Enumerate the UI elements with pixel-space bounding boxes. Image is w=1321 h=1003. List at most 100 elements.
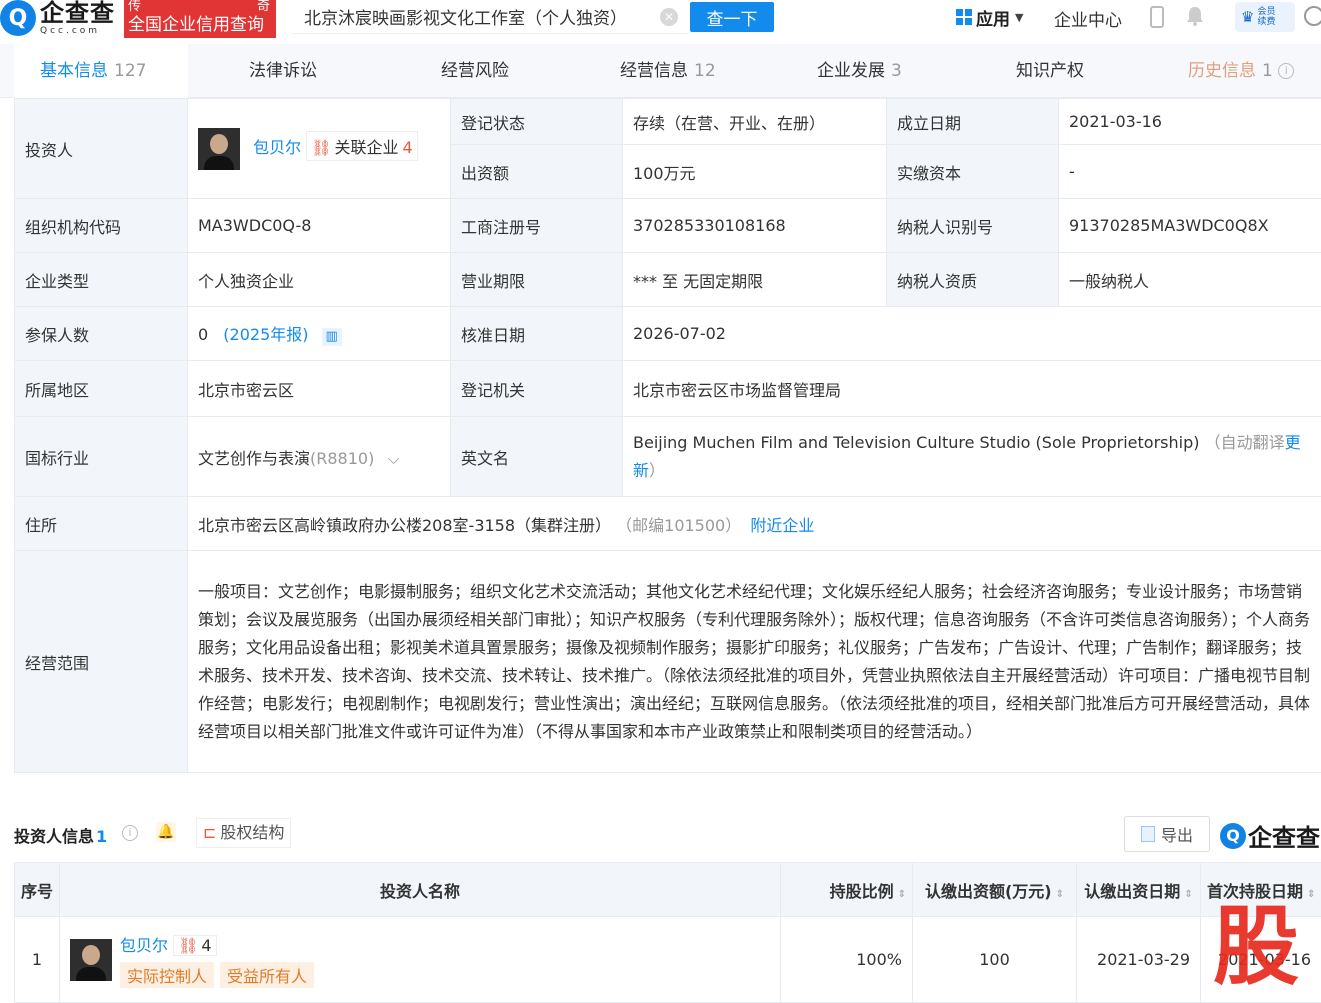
share-value: 100% — [781, 917, 913, 1003]
table-row: 1 包贝尔 ⛓4 实际控制人受益所有人 100% 100 2021-03-29 … — [15, 917, 1321, 1003]
investor-section-title: 投资人信息1 — [14, 823, 107, 847]
industry-label: 国标行业 — [15, 417, 188, 497]
address-cell: 北京市密云区高岭镇政府办公楼208室-3158（集群注册） （邮编101500）… — [188, 497, 1321, 551]
org-code-label: 组织机构代码 — [15, 199, 188, 253]
english-name-value: Beijing Muchen Film and Television Cultu… — [633, 433, 1199, 452]
investor-name-link[interactable]: 包贝尔 — [253, 138, 301, 157]
network-icon: ⛓ — [311, 138, 331, 157]
address-label: 住所 — [15, 497, 188, 551]
investor-label: 投资人 — [15, 99, 188, 199]
industry-cell: 文艺创作与表演(R8810) ⌵ — [188, 417, 451, 497]
crown-icon: ♛ — [1241, 12, 1254, 22]
info-icon[interactable]: i — [122, 825, 138, 841]
col-sub-date[interactable]: 认缴出资日期⇕ — [1077, 863, 1201, 917]
enterprise-center-link[interactable]: 企业中心 — [1054, 6, 1122, 31]
associated-companies-button[interactable]: ⛓关联企业4 — [306, 131, 418, 161]
logo-name: 企查查 — [40, 1, 115, 25]
tab-bar: 基本信息127 法律诉讼 经营风险 经营信息12 企业发展3 知识产权 历史信息… — [0, 44, 1321, 98]
caret-down-icon: ▼ — [1015, 11, 1023, 24]
tab-basic-info[interactable]: 基本信息127 — [14, 44, 188, 98]
insured-cell: 0 (2025年报) ▥ — [188, 307, 451, 361]
capital-label: 出资额 — [451, 145, 623, 199]
tab-history[interactable]: 历史信息1 i — [1188, 44, 1294, 98]
investor-avatar[interactable] — [198, 128, 240, 170]
notification-bell-icon[interactable] — [1186, 6, 1204, 26]
chevron-down-icon[interactable]: ⌵ — [387, 449, 399, 468]
scope-value: 一般项目：文艺创作；电影摄制服务；组织文化艺术交流活动；其他文化艺术经纪代理；文… — [188, 551, 1321, 773]
est-date-value: 2021-03-16 — [1059, 99, 1321, 145]
qcc-logo[interactable]: Q 企查查 Qcc.com — [0, 0, 115, 36]
ent-type-value: 个人独资企业 — [188, 253, 451, 307]
qcc-logo-icon: Q — [0, 0, 36, 36]
insured-value: 0 — [198, 325, 208, 344]
nearby-companies-link[interactable]: 附近企业 — [750, 516, 814, 535]
tab-legal[interactable]: 法律诉讼 — [249, 44, 317, 98]
approve-date-label: 核准日期 — [451, 307, 623, 361]
slogan-text: 全国企业信用查询 — [128, 16, 276, 34]
investor-name-link[interactable]: 包贝尔 — [120, 936, 168, 955]
col-investor-name: 投资人名称 — [60, 863, 781, 917]
biz-term-label: 营业期限 — [451, 253, 623, 307]
trend-chart-icon[interactable]: ▥ — [322, 328, 342, 346]
paid-capital-label: 实缴资本 — [887, 145, 1059, 199]
mobile-app-icon[interactable] — [1150, 6, 1164, 28]
region-value: 北京市密云区 — [188, 361, 451, 417]
qcc-watermark-logo: Q 企查查 — [1220, 818, 1320, 853]
stock-watermark: 股 — [1206, 900, 1306, 995]
annual-report-link[interactable]: (2025年报) — [223, 325, 308, 344]
investor-name-cell: 包贝尔 ⛓4 实际控制人受益所有人 — [60, 917, 781, 1003]
tab-risk[interactable]: 经营风险 — [441, 44, 509, 98]
approve-date-value: 2026-07-02 — [623, 307, 1321, 361]
tax-id-label: 纳税人识别号 — [887, 199, 1059, 253]
region-label: 所属地区 — [15, 361, 188, 417]
reg-status-label: 登记状态 — [451, 99, 623, 145]
col-subscribed[interactable]: 认缴出资额(万元)⇕ — [913, 863, 1077, 917]
export-button[interactable]: 导出 — [1124, 816, 1210, 852]
tab-operation[interactable]: 经营信息12 — [620, 44, 716, 98]
sort-icon: ⇕ — [1184, 889, 1192, 900]
row-index: 1 — [15, 917, 60, 1003]
col-share[interactable]: 持股比例⇕ — [781, 863, 913, 917]
insured-label: 参保人数 — [15, 307, 188, 361]
associated-companies-button[interactable]: ⛓4 — [173, 935, 217, 956]
clear-search-icon[interactable]: ✕ — [660, 8, 678, 26]
qcc-logo-icon: Q — [1220, 823, 1246, 849]
scope-label: 经营范围 — [15, 551, 188, 773]
search-button[interactable]: 查一下 — [690, 2, 774, 32]
biz-reg-no-label: 工商注册号 — [451, 199, 623, 253]
sort-icon: ⇕ — [898, 889, 906, 900]
tab-ip[interactable]: 知识产权 — [1016, 44, 1084, 98]
tab-development[interactable]: 企业发展3 — [817, 44, 902, 98]
monitor-bell-icon[interactable]: 🔔 — [156, 822, 176, 842]
equity-structure-button[interactable]: ⊏股权结构 — [196, 818, 291, 848]
tag-beneficial-owner: 受益所有人 — [220, 962, 314, 988]
investor-avatar[interactable] — [70, 939, 112, 981]
network-icon: ⛓ — [178, 936, 198, 955]
browser-edge-icon[interactable] — [1304, 6, 1321, 26]
basic-info-table: 投资人 包贝尔 ⛓关联企业4 登记状态 存续（在营、开业、在册） 成立日期 20… — [14, 98, 1321, 773]
col-index: 序号 — [15, 863, 60, 917]
postcode: （邮编101500） — [616, 516, 741, 535]
industry-value: 文艺创作与表演 — [198, 449, 310, 468]
est-date-label: 成立日期 — [887, 99, 1059, 145]
app-grid-icon — [956, 9, 972, 25]
org-chart-icon: ⊏ — [203, 823, 216, 842]
english-name-label: 英文名 — [451, 417, 623, 497]
search-input[interactable]: 北京沐宸映画影视文化工作室（个人独资） — [292, 0, 690, 34]
reg-authority-label: 登记机关 — [451, 361, 623, 417]
sort-icon: ⇕ — [1307, 889, 1315, 900]
paid-capital-value: - — [1059, 145, 1321, 199]
reg-authority-value: 北京市密云区市场监督管理局 — [623, 361, 1321, 417]
tax-qual-label: 纳税人资质 — [887, 253, 1059, 307]
ent-type-label: 企业类型 — [15, 253, 188, 307]
address-value: 北京市密云区高岭镇政府办公楼208室-3158（集群注册） — [198, 516, 611, 535]
english-name-cell: Beijing Muchen Film and Television Cultu… — [623, 417, 1321, 497]
sub-date-value: 2021-03-29 — [1077, 917, 1201, 1003]
tag-actual-controller: 实际控制人 — [120, 962, 214, 988]
org-code-value: MA3WDC0Q-8 — [188, 199, 451, 253]
top-bar: Q 企查查 Qcc.com 传 奇 全国企业信用查询 北京沐宸映画影视文化工作室… — [0, 0, 1321, 40]
subscribed-value: 100 — [913, 917, 1077, 1003]
app-menu[interactable]: 应用 ▼ — [956, 5, 1023, 29]
vip-renew-badge[interactable]: ♛ 会员 续费 — [1235, 2, 1295, 32]
sort-icon: ⇕ — [1056, 889, 1064, 900]
